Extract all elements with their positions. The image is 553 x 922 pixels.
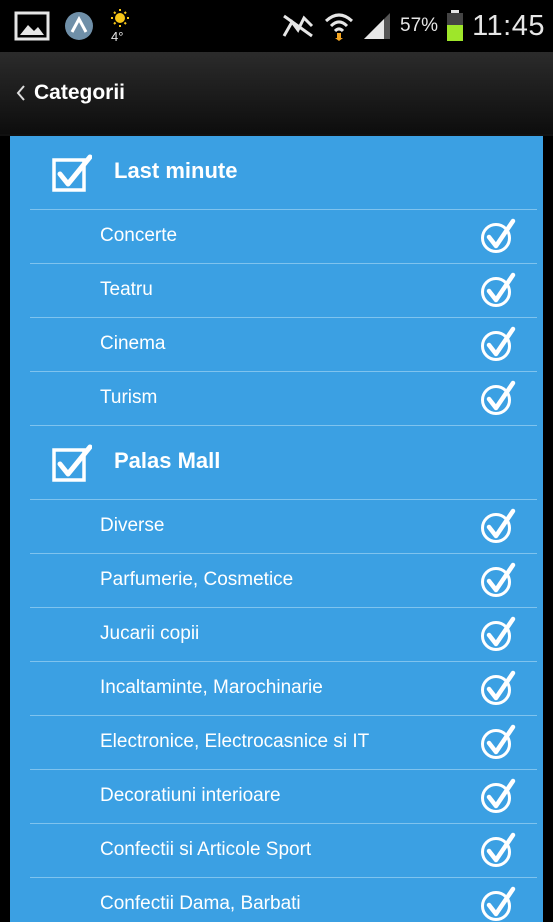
item-label: Electronice, Electrocasnice si IT xyxy=(100,731,370,752)
list-item[interactable]: Diverse xyxy=(30,500,537,554)
check-circle-icon[interactable] xyxy=(479,778,517,819)
battery-percentage: 57% xyxy=(400,15,439,36)
group-header-last-minute[interactable]: Last minute xyxy=(30,136,537,210)
group-header-palas-mall[interactable]: Palas Mall xyxy=(30,426,537,500)
blocking-mode-icon xyxy=(280,12,316,40)
item-label: Cinema xyxy=(100,333,166,354)
wifi-icon xyxy=(324,11,354,41)
signal-icon xyxy=(362,11,392,41)
page-title[interactable]: Categorii xyxy=(34,81,125,105)
list-item[interactable]: Turism xyxy=(30,372,537,426)
status-bar: 4° 57% 11:45 xyxy=(0,0,553,52)
item-label: Confectii si Articole Sport xyxy=(100,839,312,860)
clock: 11:45 xyxy=(472,9,545,42)
weather-temp: 4° xyxy=(111,29,123,43)
list-item[interactable]: Incaltaminte, Marochinarie xyxy=(30,662,537,716)
list-item[interactable]: Confectii si Articole Sport xyxy=(30,824,537,878)
item-label: Parfumerie, Cosmetice xyxy=(100,569,294,590)
check-circle-icon[interactable] xyxy=(479,616,517,657)
gallery-icon xyxy=(14,11,50,41)
weather-sun-icon: 4° xyxy=(108,9,136,43)
item-label: Jucarii copii xyxy=(100,623,200,644)
item-label: Diverse xyxy=(100,515,165,536)
item-label: Confectii Dama, Barbati xyxy=(100,893,301,914)
check-circle-icon[interactable] xyxy=(479,218,517,259)
check-circle-icon[interactable] xyxy=(479,886,517,922)
list-item[interactable]: Teatru xyxy=(30,264,537,318)
check-circle-icon[interactable] xyxy=(479,562,517,603)
list-item[interactable]: Electronice, Electrocasnice si IT xyxy=(30,716,537,770)
list-item[interactable]: Parfumerie, Cosmetice xyxy=(30,554,537,608)
list-item[interactable]: Concerte xyxy=(30,210,537,264)
app-notification-icon xyxy=(64,11,94,41)
item-label: Decoratiuni interioare xyxy=(100,785,281,806)
battery-icon xyxy=(446,10,464,42)
item-label: Concerte xyxy=(100,225,178,246)
group-title: Palas Mall xyxy=(114,448,221,473)
list-item[interactable]: Jucarii copii xyxy=(30,608,537,662)
list-item[interactable]: Cinema xyxy=(30,318,537,372)
check-circle-icon[interactable] xyxy=(479,380,517,421)
check-circle-icon[interactable] xyxy=(479,724,517,765)
group-title: Last minute xyxy=(114,158,238,183)
check-circle-icon[interactable] xyxy=(479,508,517,549)
status-bar-system: 57% 11:45 xyxy=(280,8,545,44)
group-checkbox-icon[interactable] xyxy=(52,444,93,487)
back-chevron-icon[interactable] xyxy=(16,84,26,102)
item-label: Turism xyxy=(100,387,158,408)
check-circle-icon[interactable] xyxy=(479,272,517,313)
item-label: Teatru xyxy=(100,279,153,300)
item-label: Incaltaminte, Marochinarie xyxy=(100,677,323,698)
check-circle-icon[interactable] xyxy=(479,670,517,711)
action-bar: Categorii xyxy=(0,52,553,136)
status-bar-notifications: 4° xyxy=(14,9,136,43)
list-item[interactable]: Decoratiuni interioare xyxy=(30,770,537,824)
category-list: Last minute Concerte Teatru Cinema Turis… xyxy=(10,136,543,922)
check-circle-icon[interactable] xyxy=(479,326,517,367)
check-circle-icon[interactable] xyxy=(479,832,517,873)
list-item[interactable]: Confectii Dama, Barbati xyxy=(30,878,537,922)
group-checkbox-icon[interactable] xyxy=(52,154,93,197)
